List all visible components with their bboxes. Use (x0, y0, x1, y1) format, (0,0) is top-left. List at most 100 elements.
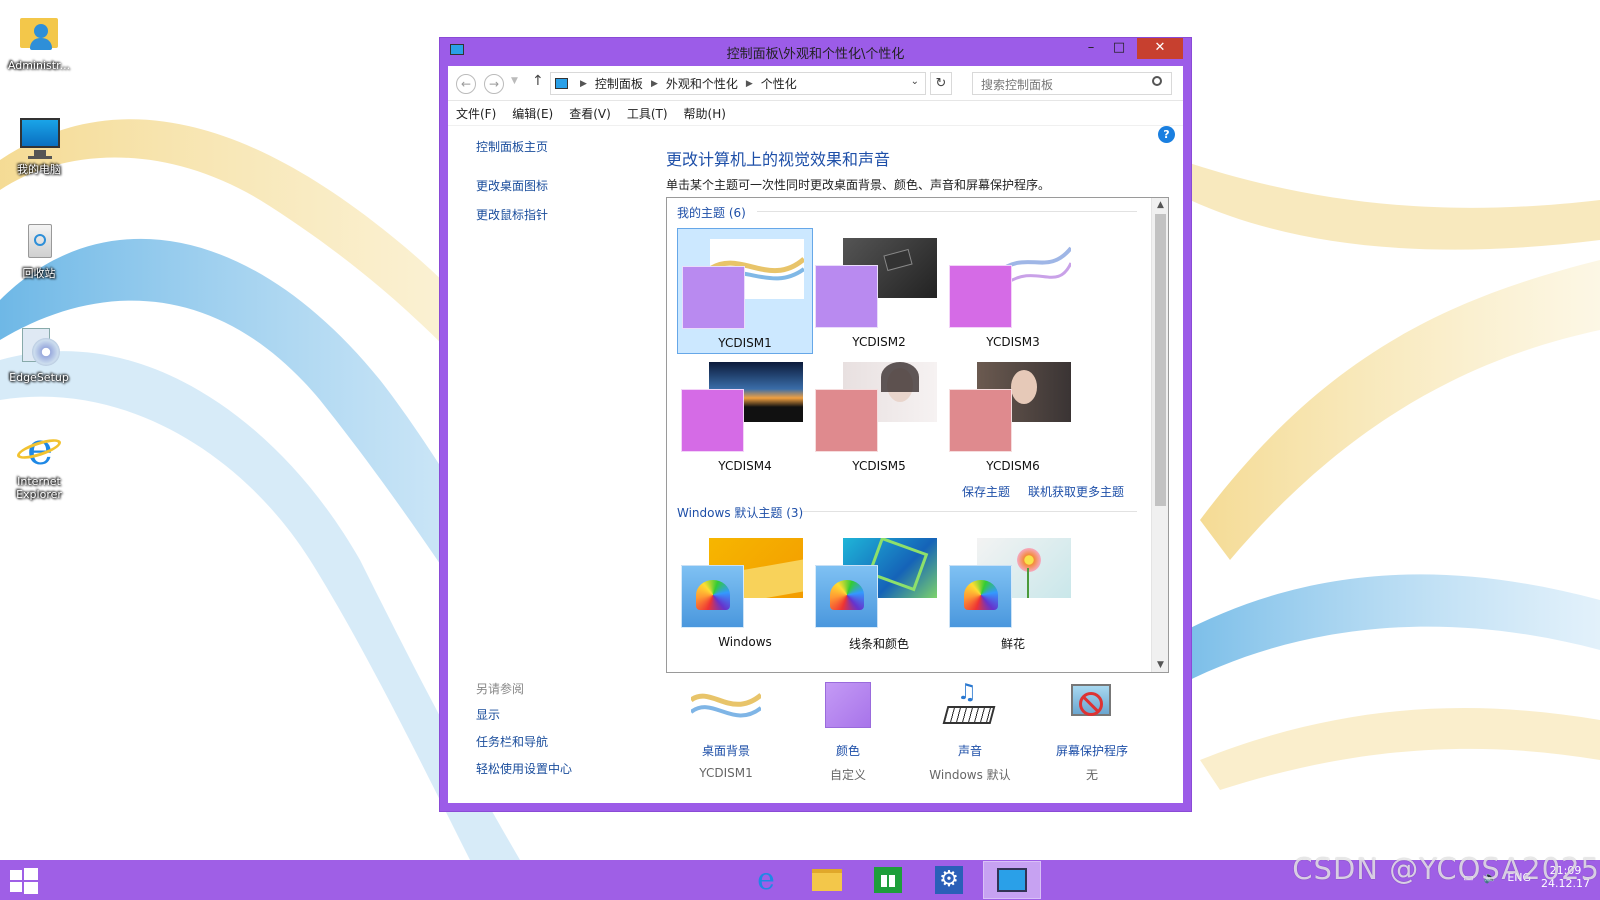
theme-windows[interactable]: Windows (677, 528, 813, 654)
desktop-icon-internet-explorer[interactable]: e Internet Explorer (4, 426, 74, 501)
setting-sound[interactable]: ♫ 声音 Windows 默认 (910, 680, 1030, 783)
menu-help[interactable]: 帮助(H) (684, 105, 726, 122)
theme-name: YCDISM6 (986, 459, 1040, 473)
recent-pages-chevron-icon[interactable]: ▼ (511, 76, 518, 86)
address-row: ← → ▼ ↑ ▶ 控制面板 ▶ 外观和个性化 ▶ 个性化 ⌄ ↻ 搜索控制面板 (448, 66, 1183, 101)
my-themes-header: 我的主题 (6) (677, 206, 746, 220)
title-bar[interactable]: 控制面板\外观和个性化\个性化 – □ ✕ (440, 38, 1191, 65)
back-arrow-icon[interactable]: ← (456, 74, 476, 94)
theme-name: Windows (718, 635, 772, 649)
color-fan-icon (830, 580, 864, 610)
setting-label[interactable]: 屏幕保护程序 (1032, 742, 1152, 759)
theme-name: 鲜花 (1000, 637, 1025, 651)
setting-label[interactable]: 桌面背景 (666, 742, 786, 759)
breadcrumb-separator-icon: ▶ (580, 78, 587, 89)
maximize-button[interactable]: □ (1105, 38, 1133, 59)
help-icon[interactable]: ? (1158, 126, 1175, 143)
internet-explorer-icon: e (14, 426, 64, 472)
taskbar-settings-gear-icon[interactable]: ⚙ (920, 861, 978, 899)
taskbar-control-panel-icon[interactable] (983, 861, 1041, 899)
address-bar[interactable]: ▶ 控制面板 ▶ 外观和个性化 ▶ 个性化 ⌄ (550, 72, 926, 95)
scrollbar-thumb[interactable] (1155, 214, 1166, 506)
theme-ycdism4[interactable]: YCDISM4 (677, 352, 813, 478)
menu-file[interactable]: 文件(F) (456, 105, 496, 122)
theme-name: YCDISM5 (852, 459, 906, 473)
recycle-bin-icon (16, 218, 62, 264)
link-change-desktop-icons[interactable]: 更改桌面图标 (476, 177, 656, 194)
close-button[interactable]: ✕ (1137, 38, 1183, 59)
windows-start-icon[interactable] (10, 868, 40, 894)
get-more-themes-link[interactable]: 联机获取更多主题 (1028, 483, 1124, 500)
setting-value: 自定义 (829, 768, 866, 782)
theme-ycdism3[interactable]: YCDISM3 (945, 228, 1081, 354)
link-control-panel-home[interactable]: 控制面板主页 (476, 138, 656, 155)
theme-color-swatch (681, 389, 744, 452)
scroll-up-arrow-icon[interactable]: ▲ (1152, 200, 1168, 210)
theme-list-scrollbar[interactable]: ▲ ▼ (1151, 198, 1168, 672)
desktop-icon-edge-setup[interactable]: EdgeSetup (4, 322, 74, 384)
setting-color[interactable]: 颜色 自定义 (788, 680, 908, 783)
theme-lines-and-colors[interactable]: 线条和颜色 (811, 528, 947, 654)
theme-name: 线条和颜色 (848, 637, 909, 651)
theme-ycdism5[interactable]: YCDISM5 (811, 352, 947, 478)
setting-desktop-background[interactable]: 桌面背景 YCDISM1 (666, 680, 786, 780)
color-swatch-icon (813, 680, 883, 734)
theme-color-swatch (681, 565, 744, 628)
save-theme-link[interactable]: 保存主题 (962, 483, 1010, 500)
user-folder-icon (16, 10, 62, 56)
desktop-icon-recycle-bin[interactable]: 回收站 (4, 218, 74, 280)
menu-edit[interactable]: 编辑(E) (512, 105, 553, 122)
control-panel-small-icon (555, 78, 568, 89)
default-themes-header: Windows 默认主题 (3) (677, 506, 804, 520)
page-title: 更改计算机上的视觉效果和声音 (666, 150, 891, 169)
see-also-section: 另请参阅 显示 任务栏和导航 轻松使用设置中心 (476, 680, 656, 787)
setting-screen-saver[interactable]: 屏幕保护程序 无 (1032, 680, 1152, 783)
desktop-icon-label: Internet Explorer (16, 475, 62, 501)
control-panel-window: 控制面板\外观和个性化\个性化 – □ ✕ ← → ▼ ↑ ▶ 控制面板 ▶ 外… (439, 37, 1192, 812)
group-divider (757, 211, 1137, 212)
scroll-down-arrow-icon[interactable]: ▼ (1152, 660, 1168, 670)
theme-list-panel: 我的主题 (6) YCDISM1 YCDISM2 YCDISM3 YCDISM4… (666, 197, 1169, 673)
breadcrumb-control-panel[interactable]: 控制面板 (595, 75, 643, 92)
desktop-icon-user-folder[interactable]: Administr... (4, 10, 74, 72)
theme-name: YCDISM2 (852, 335, 906, 349)
desktop-icon-my-computer[interactable]: 我的电脑 (4, 114, 74, 176)
theme-color-swatch (815, 389, 878, 452)
setting-label[interactable]: 颜色 (788, 742, 908, 759)
minimize-button[interactable]: – (1077, 38, 1105, 59)
theme-color-swatch (949, 565, 1012, 628)
theme-ycdism6[interactable]: YCDISM6 (945, 352, 1081, 478)
setting-value: 无 (1085, 768, 1098, 782)
forward-arrow-icon[interactable]: → (484, 74, 504, 94)
setting-value: Windows 默认 (929, 768, 1011, 782)
address-dropdown-chevron-icon[interactable]: ⌄ (911, 76, 919, 87)
window-client: ← → ▼ ↑ ▶ 控制面板 ▶ 外观和个性化 ▶ 个性化 ⌄ ↻ 搜索控制面板… (448, 66, 1183, 803)
theme-color-swatch (949, 265, 1012, 328)
link-change-mouse-pointer[interactable]: 更改鼠标指针 (476, 206, 656, 223)
theme-ycdism2[interactable]: YCDISM2 (811, 228, 947, 354)
search-icon[interactable] (1152, 76, 1162, 86)
menu-view[interactable]: 查看(V) (569, 105, 611, 122)
breadcrumb-separator-icon: ▶ (745, 78, 753, 89)
theme-color-swatch (682, 266, 745, 329)
taskbar-file-explorer-icon[interactable] (798, 861, 856, 899)
menu-tools[interactable]: 工具(T) (627, 105, 668, 122)
breadcrumb-personalization[interactable]: 个性化 (761, 75, 797, 92)
theme-ycdism1[interactable]: YCDISM1 (677, 228, 813, 354)
theme-flowers[interactable]: 鲜花 (945, 528, 1081, 654)
left-nav-panel: 控制面板主页 更改桌面图标 更改鼠标指针 (476, 138, 656, 235)
desktop-background-icon (689, 680, 763, 734)
up-arrow-icon[interactable]: ↑ (532, 73, 544, 89)
refresh-icon[interactable]: ↻ (930, 72, 952, 95)
theme-color-swatch (815, 565, 878, 628)
taskbar-internet-explorer-icon[interactable]: e (737, 861, 795, 899)
breadcrumb-appearance[interactable]: 外观和个性化 (666, 75, 738, 92)
setting-label[interactable]: 声音 (910, 742, 1030, 759)
color-fan-icon (964, 580, 998, 610)
search-input[interactable]: 搜索控制面板 (972, 72, 1172, 95)
link-display[interactable]: 显示 (476, 706, 656, 723)
link-taskbar-navigation[interactable]: 任务栏和导航 (476, 733, 656, 750)
taskbar-store-icon[interactable] (859, 861, 917, 899)
desktop-icon-label: 回收站 (22, 267, 56, 280)
link-ease-of-access[interactable]: 轻松使用设置中心 (476, 760, 656, 777)
